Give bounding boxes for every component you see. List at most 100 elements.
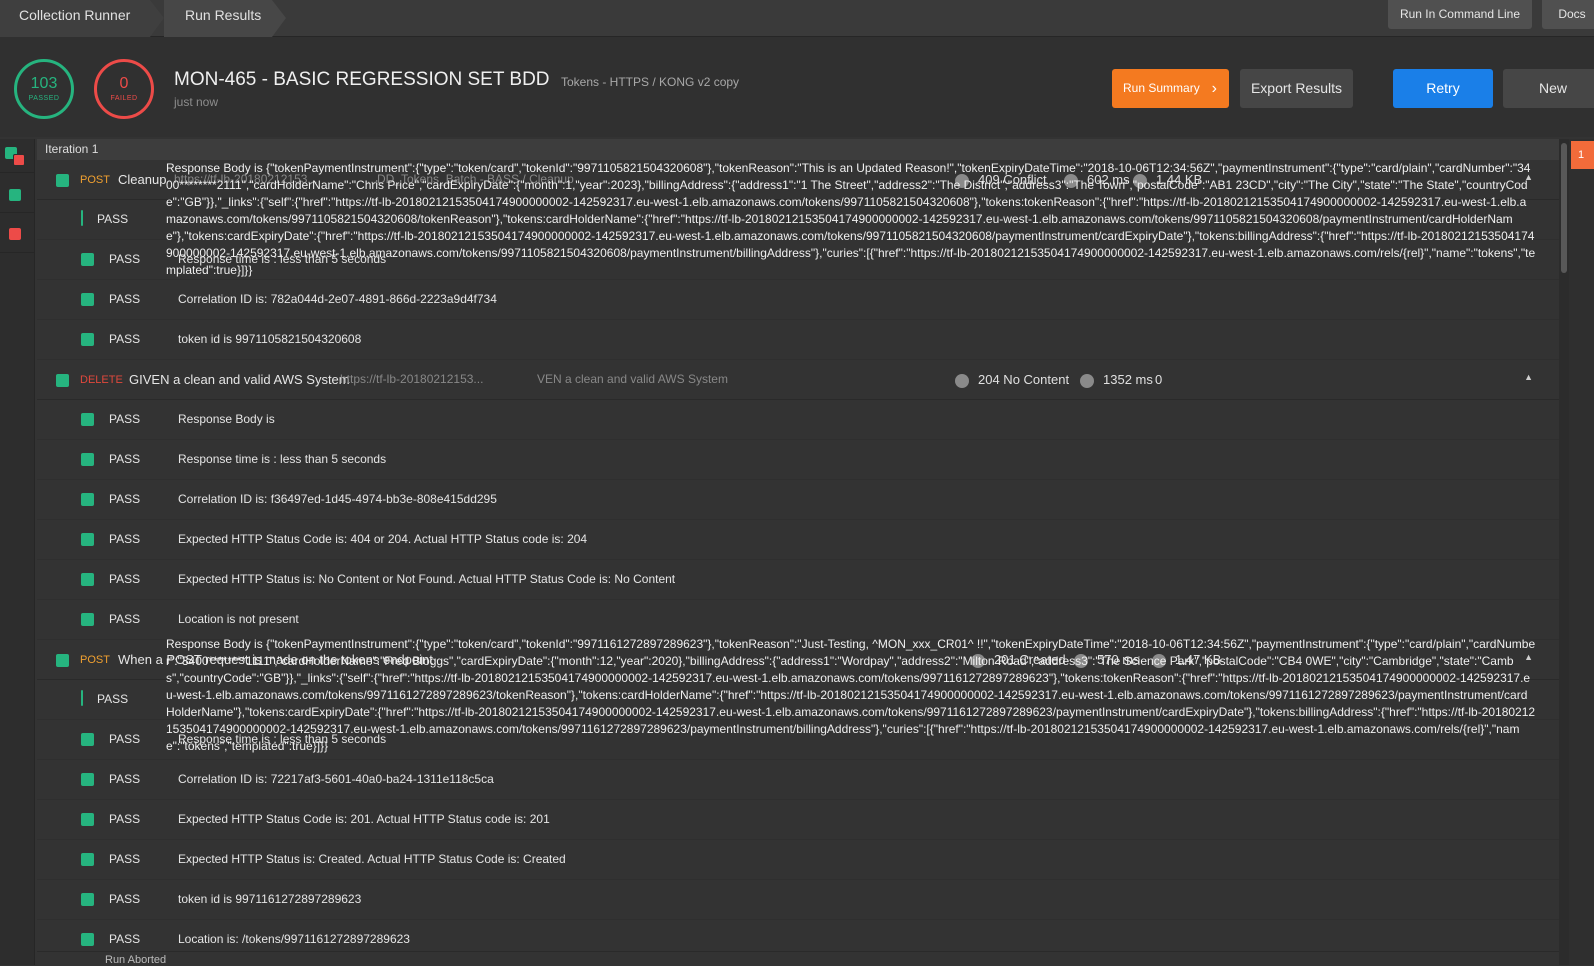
test-result: PASS bbox=[109, 532, 141, 546]
test-row: PASS Expected HTTP Status is: No Content … bbox=[37, 560, 1559, 600]
pass-status-icon bbox=[81, 453, 94, 466]
test-name: token id is 9971105821504320608 bbox=[178, 332, 362, 346]
run-in-command-line-button[interactable]: Run In Command Line bbox=[1388, 0, 1532, 29]
test-result: PASS bbox=[97, 212, 129, 226]
request-name: GIVEN a clean and valid AWS System bbox=[129, 372, 350, 387]
test-name: Expected HTTP Status Code is: 201. Actua… bbox=[178, 812, 550, 826]
response-size: 0 bbox=[1155, 372, 1163, 387]
failed-counter: 0 FAILED bbox=[94, 59, 154, 119]
test-row: PASS Response time is : less than 5 secon… bbox=[37, 440, 1559, 480]
response-status: 204 No Content bbox=[978, 372, 1070, 387]
test-row: PASS token id is 9971105821504320608 bbox=[37, 320, 1559, 360]
request-row[interactable]: DELETE GIVEN a clean and valid AWS Syste… bbox=[37, 360, 1559, 400]
run-summary-button[interactable]: Run Summary › bbox=[1112, 69, 1229, 108]
request-url-tail: VEN a clean and valid AWS System bbox=[537, 372, 728, 386]
run-aborted-text: Run Aborted bbox=[105, 954, 167, 966]
test-name: Correlation ID is: f36497ed-1d45-4974-bb… bbox=[178, 492, 497, 506]
collapse-caret-icon[interactable]: ▲ bbox=[1524, 372, 1533, 382]
time-dot-icon bbox=[1080, 374, 1094, 388]
test-row: PASS Correlation ID is: f36497ed-1d45-497… bbox=[37, 480, 1559, 520]
request-method: POST bbox=[80, 174, 110, 186]
pass-status-icon bbox=[81, 493, 94, 506]
test-row: PASS Correlation ID is: 72217af3-5601-40a… bbox=[37, 760, 1559, 800]
request-url: https://tf-lb-20180212153... bbox=[340, 372, 484, 386]
test-name: Correlation ID is: 72217af3-5601-40a0-ba… bbox=[178, 772, 494, 786]
test-row: PASS token id is 9971161272897289623 bbox=[37, 880, 1559, 920]
test-result: PASS bbox=[109, 612, 141, 626]
all-filter-icon-overlay bbox=[13, 154, 25, 166]
iteration-sidebar bbox=[0, 139, 35, 965]
pass-status-icon bbox=[81, 573, 94, 586]
test-result: PASS bbox=[109, 492, 141, 506]
test-result: PASS bbox=[109, 412, 141, 426]
export-results-button[interactable]: Export Results bbox=[1240, 69, 1353, 108]
passed-filter-icon[interactable] bbox=[9, 189, 21, 201]
passed-counter: 103 PASSED bbox=[14, 59, 74, 119]
run-footer: Run Aborted bbox=[37, 951, 1559, 966]
results-list: POST Cleanup https://tf-lb-20180212153..… bbox=[37, 160, 1559, 965]
test-name: token id is 9971161272897289623 bbox=[178, 892, 362, 906]
test-result: PASS bbox=[109, 292, 141, 306]
run-timestamp: just now bbox=[174, 95, 219, 109]
results-scroll-thumb[interactable] bbox=[1561, 143, 1567, 273]
pass-status-icon bbox=[81, 853, 94, 866]
failed-filter-icon[interactable] bbox=[9, 228, 21, 240]
retry-button[interactable]: Retry bbox=[1393, 69, 1493, 108]
pass-status-icon bbox=[56, 654, 69, 667]
test-result: PASS bbox=[109, 852, 141, 866]
test-name: Location is not present bbox=[178, 612, 299, 626]
pass-status-icon bbox=[81, 773, 94, 786]
test-result: PASS bbox=[109, 252, 141, 266]
test-result: PASS bbox=[97, 692, 129, 706]
new-button[interactable]: New bbox=[1503, 69, 1594, 108]
test-result: PASS bbox=[109, 332, 141, 346]
test-result: PASS bbox=[109, 572, 141, 586]
right-panel-edge bbox=[1569, 139, 1594, 965]
pass-status-icon bbox=[56, 174, 69, 187]
request-name: Cleanup bbox=[118, 172, 167, 187]
test-name: Expected HTTP Status is: Created. Actual… bbox=[178, 852, 566, 866]
test-row: PASS Location is not present bbox=[37, 600, 1559, 640]
run-summary-label: Run Summary bbox=[1123, 81, 1200, 95]
tab-run-results[interactable]: Run Results bbox=[164, 0, 286, 37]
response-time: 1352 ms bbox=[1103, 372, 1153, 387]
test-name: Correlation ID is: 782a044d-2e07-4891-86… bbox=[178, 292, 497, 306]
test-row: PASS Expected HTTP Status Code is: 201. A… bbox=[37, 800, 1559, 840]
pass-status-icon bbox=[81, 253, 94, 266]
top-bar: Collection Runner Run Results Run In Com… bbox=[0, 0, 1594, 37]
run-title: MON-465 - BASIC REGRESSION SET BDD bbox=[174, 69, 550, 90]
test-result: PASS bbox=[109, 452, 141, 466]
test-row: PASS Expected HTTP Status is: Created. Ac… bbox=[37, 840, 1559, 880]
test-row: PASS Response Body is bbox=[37, 400, 1559, 440]
tab-collection-runner[interactable]: Collection Runner bbox=[0, 0, 164, 37]
failure-tag[interactable]: 1 bbox=[1571, 141, 1594, 169]
request-method: POST bbox=[80, 654, 110, 666]
docs-button[interactable]: Docs bbox=[1542, 0, 1594, 29]
test-row: PASS Expected HTTP Status Code is: 404 or… bbox=[37, 520, 1559, 560]
pass-status-icon bbox=[81, 210, 83, 226]
status-dot-icon bbox=[955, 374, 969, 388]
test-row: PASS Correlation ID is: 782a044d-2e07-489… bbox=[37, 280, 1559, 320]
pass-status-icon bbox=[81, 733, 94, 746]
test-name: Expected HTTP Status is: No Content or N… bbox=[178, 572, 676, 586]
failed-label: FAILED bbox=[110, 95, 138, 102]
pass-status-icon bbox=[81, 533, 94, 546]
test-result: PASS bbox=[109, 732, 141, 746]
environment-name: Tokens - HTTPS / KONG v2 copy bbox=[561, 75, 740, 89]
test-result: PASS bbox=[109, 812, 141, 826]
pass-status-icon bbox=[81, 613, 94, 626]
pass-status-icon bbox=[81, 293, 94, 306]
test-name: Expected HTTP Status Code is: 404 or 204… bbox=[178, 532, 588, 546]
pass-status-icon bbox=[81, 413, 94, 426]
response-body-tooltip: Response Body is {"tokenPaymentInstrumen… bbox=[166, 161, 1536, 277]
passed-label: PASSED bbox=[28, 95, 60, 102]
test-name: Response time is : less than 5 seconds bbox=[178, 452, 387, 466]
pass-status-icon bbox=[81, 333, 94, 346]
test-name: Response Body is bbox=[178, 412, 275, 426]
test-name: Location is: /tokens/9971161272897289623 bbox=[178, 932, 410, 946]
pass-status-icon bbox=[81, 933, 94, 946]
request-method: DELETE bbox=[80, 374, 123, 386]
pass-status-icon bbox=[56, 374, 69, 387]
response-body-tooltip: Response Body is {"tokenPaymentInstrumen… bbox=[166, 637, 1536, 753]
test-result: PASS bbox=[109, 932, 141, 946]
